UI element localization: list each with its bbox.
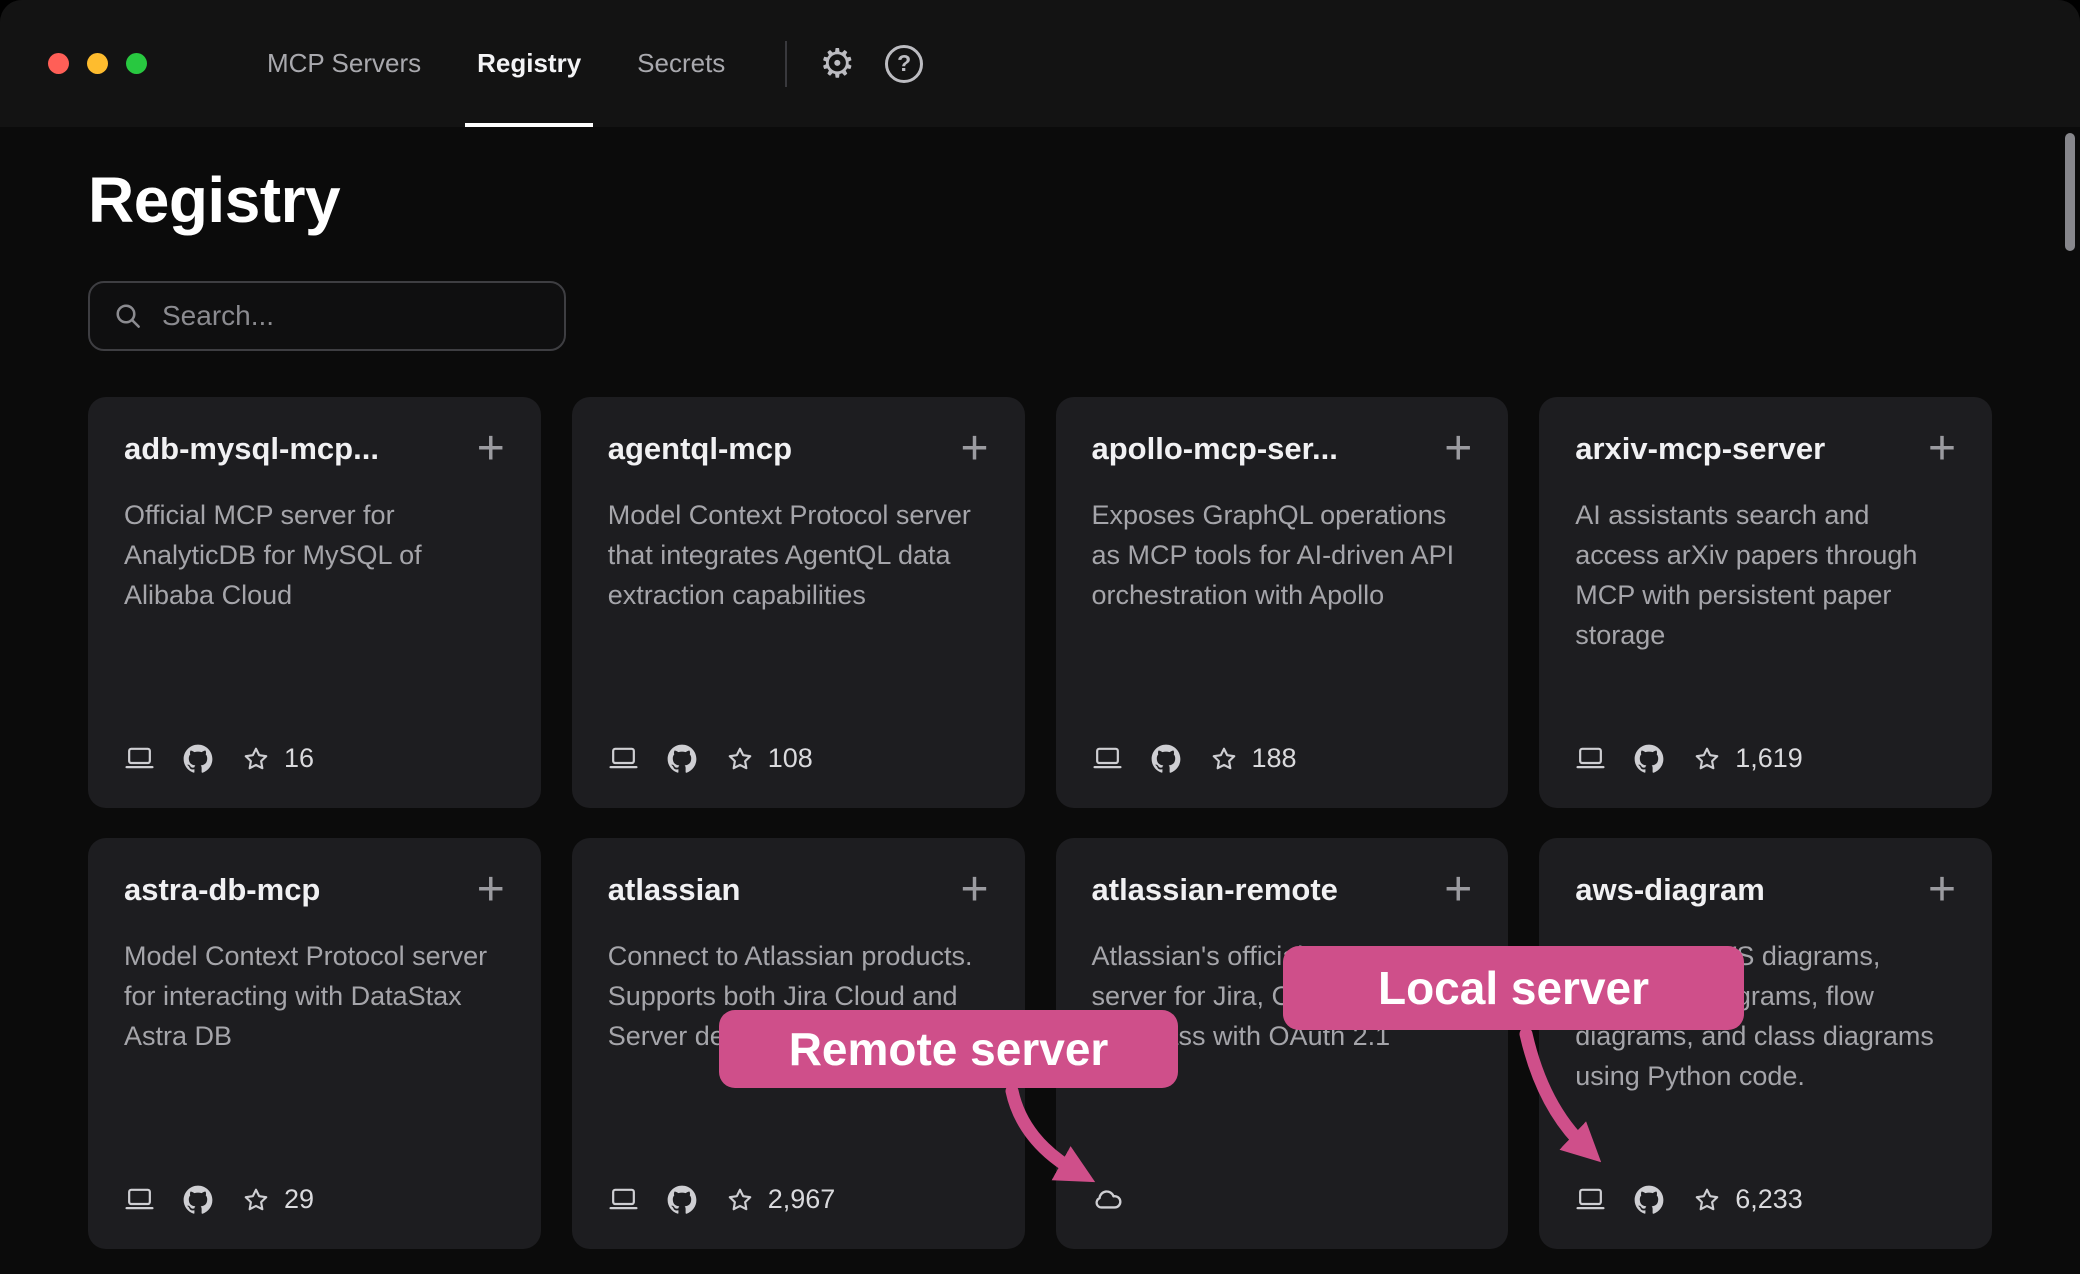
help-icon[interactable]: ? xyxy=(885,45,923,83)
server-name: agentql-mcp xyxy=(608,431,792,467)
star-count: 1,619 xyxy=(1735,743,1803,774)
add-server-button[interactable]: + xyxy=(1928,431,1956,467)
star-count: 6,233 xyxy=(1735,1184,1803,1215)
server-description: Model Context Protocol server that integ… xyxy=(608,495,989,615)
github-icon[interactable] xyxy=(1634,1185,1664,1215)
star-count-group: 29 xyxy=(241,1184,314,1215)
github-icon[interactable] xyxy=(1151,744,1181,774)
tab-registry[interactable]: Registry xyxy=(449,0,609,127)
server-card[interactable]: astra-db-mcp + Model Context Protocol serv… xyxy=(88,838,541,1249)
github-icon[interactable] xyxy=(667,1185,697,1215)
star-icon xyxy=(241,1185,271,1215)
star-count-group: 1,619 xyxy=(1692,743,1803,774)
server-description: Atlassian's official remote MCP server f… xyxy=(1092,936,1473,1056)
star-count: 16 xyxy=(284,743,314,774)
add-server-button[interactable]: + xyxy=(1444,872,1472,908)
server-card[interactable]: atlassian-remote + Atlassian's official re… xyxy=(1056,838,1509,1249)
server-name: aws-diagram xyxy=(1575,872,1765,908)
tab-secrets[interactable]: Secrets xyxy=(609,0,753,127)
top-nav: MCP Servers Registry Secrets xyxy=(239,0,753,127)
add-server-button[interactable]: + xyxy=(1928,872,1956,908)
star-icon xyxy=(725,1185,755,1215)
star-count: 108 xyxy=(768,743,813,774)
laptop-icon xyxy=(124,1184,155,1215)
laptop-icon xyxy=(1575,1184,1606,1215)
laptop-icon xyxy=(608,743,639,774)
server-description: Model Context Protocol server for intera… xyxy=(124,936,505,1056)
server-description: Exposes GraphQL operations as MCP tools … xyxy=(1092,495,1473,615)
server-name: atlassian-remote xyxy=(1092,872,1338,908)
server-description: Connect to Atlassian products. Supports … xyxy=(608,936,989,1056)
titlebar-divider xyxy=(785,41,787,87)
server-card-footer: 29 xyxy=(124,1184,505,1215)
star-icon xyxy=(725,744,755,774)
cloud-icon xyxy=(1092,1182,1125,1215)
server-card-footer xyxy=(1092,1182,1473,1215)
star-count: 2,967 xyxy=(768,1184,836,1215)
server-name: astra-db-mcp xyxy=(124,872,320,908)
registry-page: Registry adb-mysql-mcp... + Official MCP s… xyxy=(0,163,2080,1249)
server-card[interactable]: aws-diagram + Generate AWS diagrams, seque… xyxy=(1539,838,1992,1249)
server-name: apollo-mcp-ser... xyxy=(1092,431,1338,467)
tab-mcp-servers[interactable]: MCP Servers xyxy=(239,0,449,127)
star-icon xyxy=(241,744,271,774)
github-icon[interactable] xyxy=(183,744,213,774)
star-count-group: 2,967 xyxy=(725,1184,836,1215)
add-server-button[interactable]: + xyxy=(1444,431,1472,467)
traffic-lights xyxy=(48,0,147,127)
star-count-group: 16 xyxy=(241,743,314,774)
page-title: Registry xyxy=(88,163,1992,237)
server-card-footer: 188 xyxy=(1092,743,1473,774)
gear-icon[interactable]: ⚙ xyxy=(819,44,855,84)
laptop-icon xyxy=(124,743,155,774)
star-count-group: 108 xyxy=(725,743,813,774)
star-icon xyxy=(1209,744,1239,774)
server-name: adb-mysql-mcp... xyxy=(124,431,379,467)
minimize-window-button[interactable] xyxy=(87,53,108,74)
close-window-button[interactable] xyxy=(48,53,69,74)
add-server-button[interactable]: + xyxy=(960,872,988,908)
server-card[interactable]: apollo-mcp-ser... + Exposes GraphQL operat… xyxy=(1056,397,1509,808)
github-icon[interactable] xyxy=(1634,744,1664,774)
server-description: Generate AWS diagrams, sequence diagrams… xyxy=(1575,936,1956,1096)
star-count-group: 6,233 xyxy=(1692,1184,1803,1215)
search-box xyxy=(88,281,566,351)
server-name: arxiv-mcp-server xyxy=(1575,431,1825,467)
server-card-footer: 108 xyxy=(608,743,989,774)
titlebar: MCP Servers Registry Secrets ⚙ ? xyxy=(0,0,2080,127)
add-server-button[interactable]: + xyxy=(477,872,505,908)
server-card-footer: 1,619 xyxy=(1575,743,1956,774)
star-count-group: 188 xyxy=(1209,743,1297,774)
laptop-icon xyxy=(1092,743,1123,774)
server-card[interactable]: adb-mysql-mcp... + Official MCP server for… xyxy=(88,397,541,808)
laptop-icon xyxy=(608,1184,639,1215)
star-icon xyxy=(1692,744,1722,774)
server-name: atlassian xyxy=(608,872,741,908)
star-count: 29 xyxy=(284,1184,314,1215)
star-count: 188 xyxy=(1252,743,1297,774)
scrollbar-thumb[interactable] xyxy=(2065,133,2075,251)
add-server-button[interactable]: + xyxy=(477,431,505,467)
app-window: MCP Servers Registry Secrets ⚙ ? Registr… xyxy=(0,0,2080,1274)
star-icon xyxy=(1692,1185,1722,1215)
server-description: Official MCP server for AnalyticDB for M… xyxy=(124,495,505,615)
add-server-button[interactable]: + xyxy=(960,431,988,467)
server-description: AI assistants search and access arXiv pa… xyxy=(1575,495,1956,655)
search-input[interactable] xyxy=(160,299,542,333)
zoom-window-button[interactable] xyxy=(126,53,147,74)
server-card-grid: adb-mysql-mcp... + Official MCP server for… xyxy=(88,397,1992,1249)
github-icon[interactable] xyxy=(183,1185,213,1215)
laptop-icon xyxy=(1575,743,1606,774)
server-card[interactable]: arxiv-mcp-server + AI assistants search an… xyxy=(1539,397,1992,808)
server-card[interactable]: atlassian + Connect to Atlassian products.… xyxy=(572,838,1025,1249)
server-card-footer: 6,233 xyxy=(1575,1184,1956,1215)
server-card-footer: 16 xyxy=(124,743,505,774)
server-card[interactable]: agentql-mcp + Model Context Protocol serve… xyxy=(572,397,1025,808)
server-card-footer: 2,967 xyxy=(608,1184,989,1215)
search-icon xyxy=(112,300,144,332)
github-icon[interactable] xyxy=(667,744,697,774)
